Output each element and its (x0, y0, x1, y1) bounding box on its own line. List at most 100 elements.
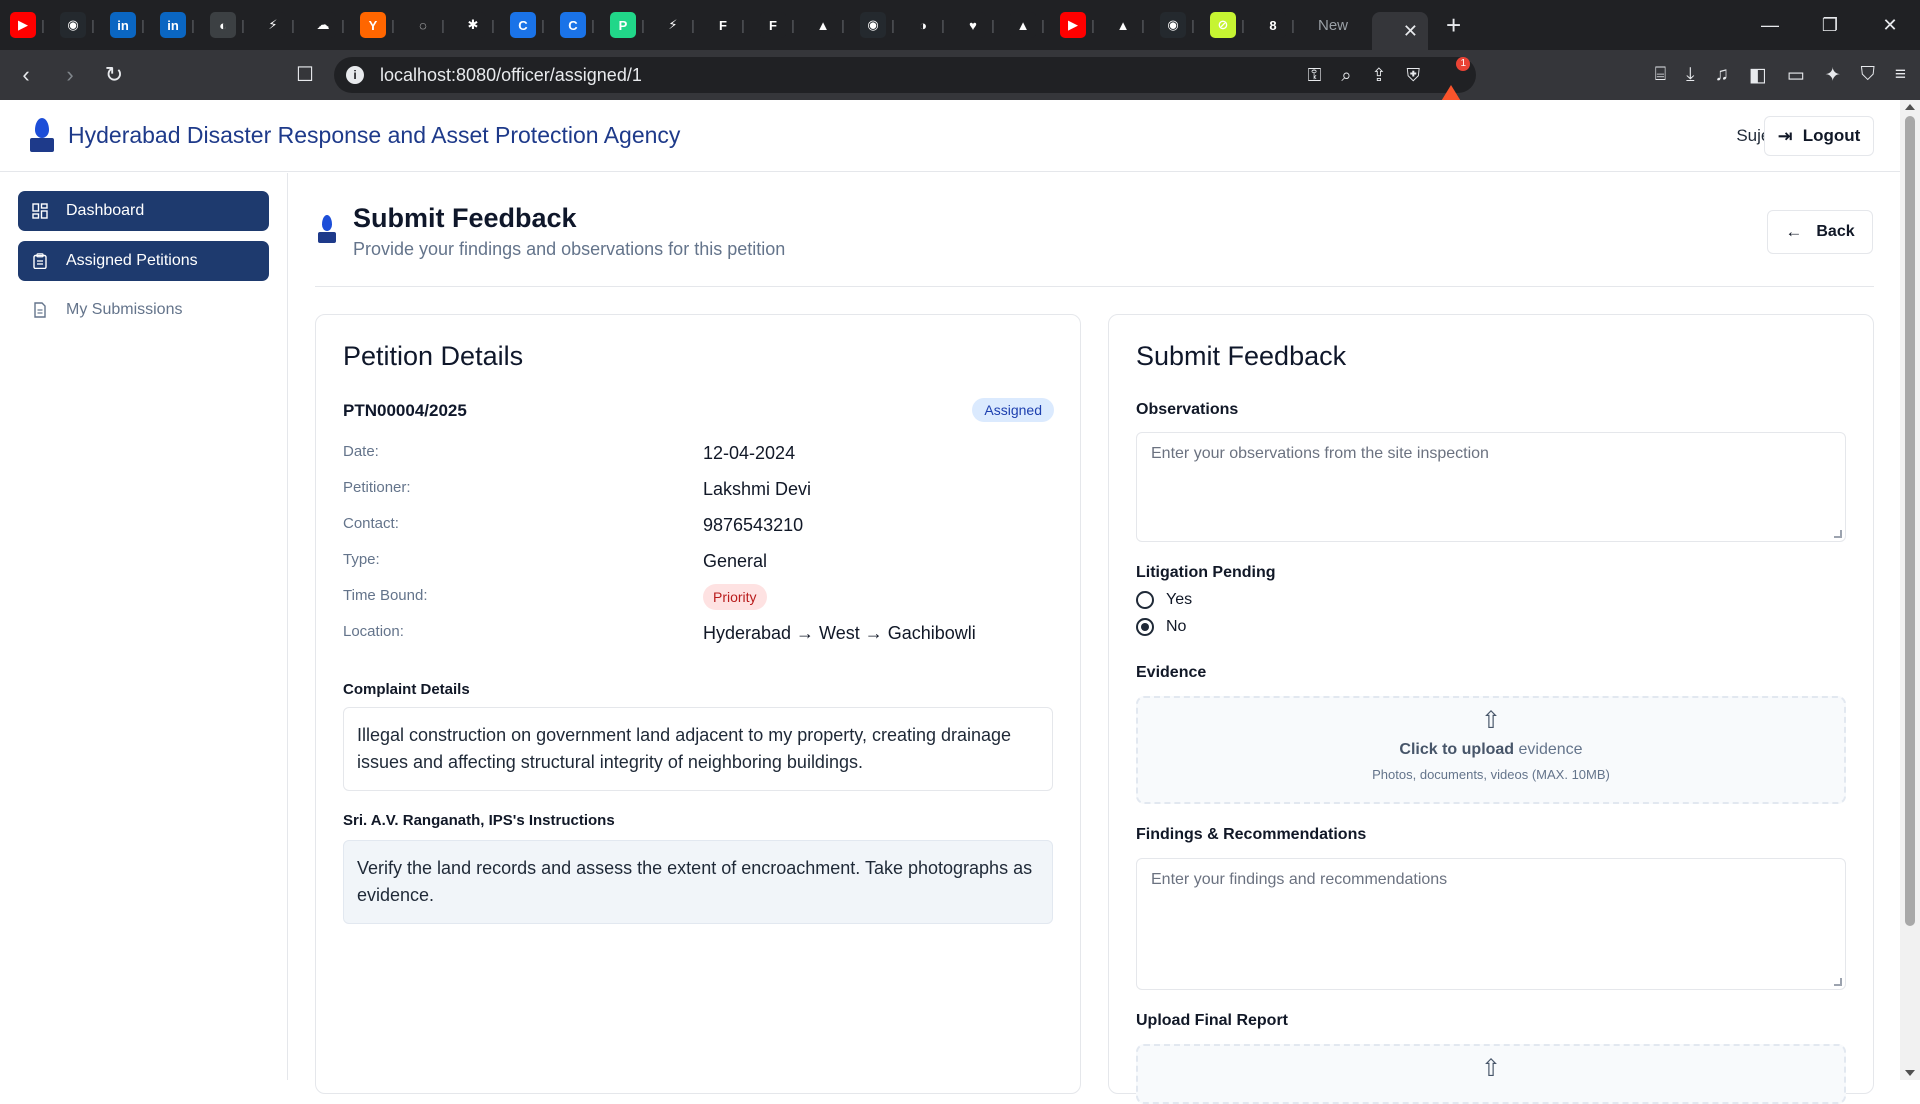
restore-icon[interactable]: ❐ (1800, 15, 1860, 36)
menu-icon[interactable]: ≡ (1895, 64, 1906, 86)
download-icon[interactable]: ⤓ (1686, 64, 1694, 86)
contact-value: 9876543210 (703, 515, 804, 535)
window-controls: — ❐ ✕ (1740, 0, 1920, 50)
c-icon[interactable]: C (560, 12, 586, 38)
swirl-icon[interactable]: ◌ (410, 12, 436, 38)
music-icon[interactable]: ♫ (1715, 64, 1729, 86)
upload-icon: ⇧ (1480, 707, 1502, 734)
upload-text: Click to upload evidence (1399, 741, 1583, 758)
radio-yes[interactable] (1136, 591, 1154, 609)
agency-logo-icon (28, 116, 56, 156)
app-icon[interactable]: ⊘ (1210, 12, 1236, 38)
resize-handle-icon[interactable] (1834, 530, 1842, 538)
vercel-icon[interactable]: ▲ (1010, 12, 1036, 38)
radio-no[interactable] (1136, 618, 1154, 636)
openai-icon[interactable]: ✱ (460, 12, 486, 38)
evidence-label: Evidence (1136, 664, 1207, 681)
document-icon (34, 302, 46, 318)
site-info-icon[interactable]: i (346, 66, 364, 84)
sidebar-item-dashboard[interactable]: Dashboard (18, 191, 269, 231)
tab-separator: | (691, 17, 695, 33)
sidebar-item-assigned-petitions[interactable]: Assigned Petitions (18, 241, 269, 281)
brave-rewards-icon[interactable]: 1 (1440, 57, 1470, 103)
bookmark-icon[interactable]: ☐ (296, 62, 314, 87)
back-arrow-icon[interactable]: ‹ (8, 62, 44, 88)
close-window-icon[interactable]: ✕ (1860, 15, 1920, 36)
pycharm-icon[interactable]: P (610, 12, 636, 38)
vercel-icon[interactable]: ▲ (1110, 12, 1136, 38)
app-icon[interactable]: 8 (1260, 12, 1286, 38)
vercel-icon[interactable]: ▲ (810, 12, 836, 38)
status-badge: Assigned (972, 398, 1054, 422)
brave-shield-icon[interactable]: ⛨ (1407, 65, 1421, 86)
divider (315, 286, 1874, 287)
sidebar-item-label: My Submissions (66, 301, 183, 318)
key-icon[interactable]: ⚿ (1308, 65, 1322, 86)
new-tab-plus-icon[interactable]: + (1446, 10, 1461, 41)
github-icon[interactable]: ◉ (1160, 12, 1186, 38)
type-label: Type: (343, 551, 380, 568)
final-report-upload-dropzone[interactable]: ⇧ (1136, 1044, 1846, 1104)
tab-separator: | (41, 17, 45, 33)
app-icon[interactable]: ◑ (910, 12, 936, 38)
sidebar-toggle-icon[interactable]: ◧ (1749, 64, 1767, 87)
linkedin-icon[interactable]: in (160, 12, 186, 38)
petition-number: PTN00004/2025 (343, 401, 467, 420)
upload-hint: Photos, documents, videos (MAX. 10MB) (1372, 767, 1610, 782)
framer-icon[interactable]: F (710, 12, 736, 38)
share-icon[interactable]: ⇪ (1371, 65, 1386, 86)
tab-separator: | (591, 17, 595, 33)
app-icon[interactable]: ◐ (210, 12, 236, 38)
youtube-icon[interactable]: ▶ (1060, 12, 1086, 38)
zoom-icon[interactable]: ⌕ (1341, 65, 1351, 86)
tab-separator: | (341, 17, 345, 33)
address-bar-actions: ⚿ ⌕ ⇪ ⛨ 1 (1308, 57, 1470, 103)
youtube-icon[interactable]: ▶ (10, 12, 36, 38)
card-title: Submit Feedback (1136, 341, 1347, 371)
observations-textarea[interactable]: Enter your observations from the site in… (1136, 432, 1846, 542)
scroll-up-icon[interactable] (1905, 104, 1915, 110)
litigation-no-option[interactable]: No (1136, 618, 1186, 636)
findings-placeholder: Enter your findings and recommendations (1151, 871, 1448, 888)
observations-placeholder: Enter your observations from the site in… (1151, 445, 1489, 462)
scrollbar-thumb[interactable] (1905, 116, 1915, 926)
close-tab-icon[interactable]: ✕ (1403, 21, 1418, 42)
heart-icon[interactable]: ♥ (960, 12, 986, 38)
ycombinator-icon[interactable]: Y (360, 12, 386, 38)
sidebar-item-my-submissions[interactable]: My Submissions (18, 290, 269, 330)
type-value: General (703, 551, 768, 571)
address-bar[interactable]: i localhost:8080/officer/assigned/1 ⚿ ⌕ … (334, 57, 1476, 103)
scroll-down-icon[interactable] (1905, 1070, 1915, 1076)
leo-ai-icon[interactable]: ✦ (1825, 64, 1841, 87)
bolt-icon[interactable]: ⚡ (660, 12, 686, 38)
forward-arrow-icon[interactable]: › (52, 62, 88, 88)
final-report-label: Upload Final Report (1136, 1012, 1288, 1029)
search-tab-icon[interactable]: ⌸ (1655, 64, 1666, 86)
tab-separator: | (1241, 17, 1245, 33)
reload-icon[interactable]: ↻ (96, 62, 132, 88)
new-tab-title[interactable]: New (1318, 17, 1362, 34)
findings-textarea[interactable]: Enter your findings and recommendations (1136, 858, 1846, 990)
tab-separator: | (1191, 17, 1195, 33)
active-tab[interactable]: ✕ (1372, 12, 1428, 50)
wallet-icon[interactable]: ▭ (1787, 64, 1805, 87)
evidence-upload-dropzone[interactable]: ⇧ Click to upload evidence Photos, docum… (1136, 696, 1846, 804)
minimize-icon[interactable]: — (1740, 15, 1800, 36)
github-icon[interactable]: ◉ (860, 12, 886, 38)
c-icon[interactable]: C (510, 12, 536, 38)
litigation-yes-option[interactable]: Yes (1136, 591, 1192, 609)
tab-separator: | (1041, 17, 1045, 33)
url-text[interactable]: localhost:8080/officer/assigned/1 (380, 65, 642, 86)
vpn-icon[interactable]: ⛉ (1861, 64, 1875, 86)
tab-separator: | (891, 17, 895, 33)
drive-icon[interactable]: ☁ (310, 12, 336, 38)
resize-handle-icon[interactable] (1834, 978, 1842, 986)
bolt-icon[interactable]: ⚡ (260, 12, 286, 38)
page-scrollbar[interactable] (1900, 100, 1920, 1080)
github-icon[interactable]: ◉ (60, 12, 86, 38)
framer-icon[interactable]: F (760, 12, 786, 38)
linkedin-icon[interactable]: in (110, 12, 136, 38)
logout-button[interactable]: ⇥ Logout (1764, 116, 1874, 156)
back-button[interactable]: ← Back (1767, 210, 1873, 254)
main-content: Submit Feedback Provide your findings an… (289, 173, 1900, 1104)
